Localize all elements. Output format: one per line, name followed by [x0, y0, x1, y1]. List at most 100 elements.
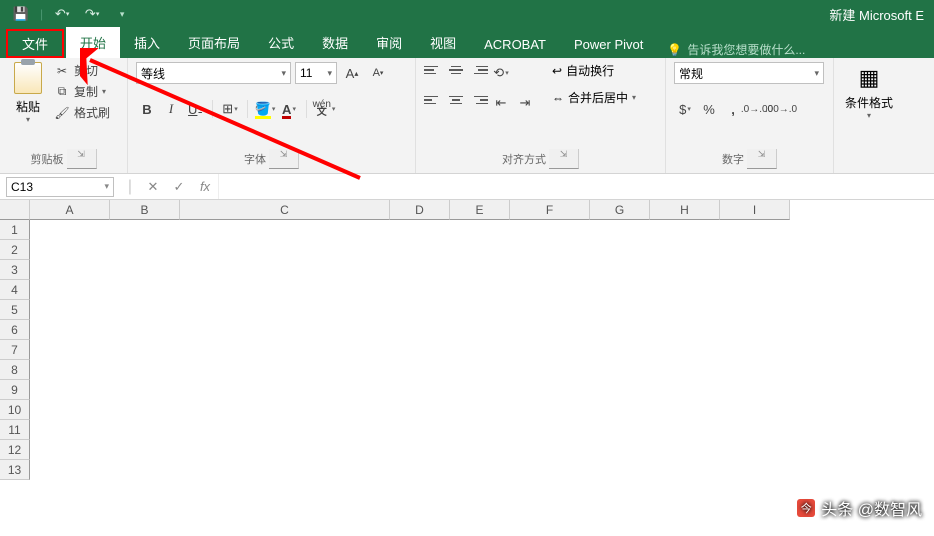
number-format-combo[interactable]: 常规▾ — [674, 62, 824, 84]
fill-color-button[interactable]: 🪣▾ — [254, 98, 276, 120]
group-number: 常规▾ $▾ % , .0→.00 .00→.0 数字⇲ — [666, 58, 834, 173]
merge-center-button[interactable]: ⇔合并后居中▾ — [552, 89, 636, 106]
cut-icon: ✂ — [54, 63, 70, 79]
ribbon: 粘贴 ▾ ✂剪切 ⧉复制▾ 🖌格式刷 剪贴板⇲ 等线▾ 11▾ A▴ A▾ B … — [0, 58, 934, 174]
tab-insert[interactable]: 插入 — [120, 27, 174, 58]
col-header-H[interactable]: H — [650, 200, 720, 220]
increase-font-button[interactable]: A▴ — [341, 62, 363, 84]
row-header-11[interactable]: 11 — [0, 420, 30, 440]
lightbulb-icon: 💡 — [667, 43, 682, 57]
tell-me[interactable]: 💡 告诉我您想要做什么... — [667, 41, 805, 58]
tab-data[interactable]: 数据 — [308, 27, 362, 58]
wrap-label: 自动换行 — [566, 62, 614, 79]
cut-button[interactable]: ✂剪切 — [54, 62, 110, 79]
fx-button[interactable]: fx — [192, 179, 218, 194]
chevron-down-icon: ▾ — [104, 181, 109, 192]
font-name-combo[interactable]: 等线 ▾ — [136, 62, 291, 84]
italic-button[interactable]: I — [160, 98, 182, 120]
font-color-button[interactable]: A▾ — [278, 98, 300, 120]
col-header-A[interactable]: A — [30, 200, 110, 220]
select-all-corner[interactable] — [0, 200, 30, 220]
phonetic-button[interactable]: wén文▾ — [313, 98, 335, 120]
col-header-F[interactable]: F — [510, 200, 590, 220]
align-bottom-button[interactable] — [468, 62, 488, 78]
col-header-B[interactable]: B — [110, 200, 180, 220]
chevron-down-icon: ▾ — [281, 68, 286, 79]
conditional-format-icon: ▦ — [853, 62, 885, 94]
wrap-text-button[interactable]: ↩ 自动换行 — [552, 62, 636, 79]
row-header-10[interactable]: 10 — [0, 400, 30, 420]
underline-button[interactable]: U▾ — [184, 98, 206, 120]
tab-view[interactable]: 视图 — [416, 27, 470, 58]
tab-layout[interactable]: 页面布局 — [174, 27, 254, 58]
phonetic-icon: wén文 — [313, 101, 331, 117]
align-launcher-icon[interactable]: ⇲ — [549, 149, 579, 169]
font-size-combo[interactable]: 11▾ — [295, 62, 337, 84]
row-header-7[interactable]: 7 — [0, 340, 30, 360]
number-launcher-icon[interactable]: ⇲ — [747, 149, 777, 169]
tab-formulas[interactable]: 公式 — [254, 27, 308, 58]
tab-file[interactable]: 文件 — [6, 29, 64, 58]
row-header-3[interactable]: 3 — [0, 260, 30, 280]
align-top-button[interactable] — [424, 62, 444, 78]
indent-decrease-button[interactable]: ⇤ — [490, 92, 512, 114]
watermark-logo-icon: 今 — [797, 499, 815, 517]
row-header-13[interactable]: 13 — [0, 460, 30, 480]
tab-powerpivot[interactable]: Power Pivot — [560, 31, 657, 58]
col-header-G[interactable]: G — [590, 200, 650, 220]
group-alignment: ⟲▾ ⇤ ⇥ ↩自动换行 ⇔合并后居中▾ 对齐方式⇲ — [416, 58, 666, 173]
name-box-value: C13 — [11, 180, 33, 194]
accounting-button[interactable]: $▾ — [674, 98, 696, 120]
title-bar: 💾 | ↶▾ ↷▾ ▾ 新建 Microsoft E — [0, 0, 934, 28]
row-header-9[interactable]: 9 — [0, 380, 30, 400]
worksheet[interactable]: ABCDEFGHI 12345678910111213 — [0, 200, 934, 520]
tab-home[interactable]: 开始 — [66, 27, 120, 58]
bucket-icon: 🪣 — [255, 101, 271, 116]
col-header-D[interactable]: D — [390, 200, 450, 220]
font-launcher-icon[interactable]: ⇲ — [269, 149, 299, 169]
paste-button[interactable]: 粘贴 ▾ — [8, 62, 48, 124]
percent-button[interactable]: % — [698, 98, 720, 120]
align-right-button[interactable] — [468, 92, 488, 108]
name-box[interactable]: C13 ▾ — [6, 177, 114, 197]
indent-increase-button[interactable]: ⇥ — [514, 92, 536, 114]
conditional-format-button[interactable]: ▦ 条件格式 ▾ — [844, 62, 894, 120]
accept-formula-button[interactable]: ✓ — [166, 179, 192, 195]
copy-button[interactable]: ⧉复制▾ — [54, 83, 110, 100]
col-header-E[interactable]: E — [450, 200, 510, 220]
painter-button[interactable]: 🖌格式刷 — [54, 104, 110, 121]
row-header-12[interactable]: 12 — [0, 440, 30, 460]
clipboard-group-label: 剪贴板 — [31, 151, 64, 167]
bold-button[interactable]: B — [136, 98, 158, 120]
decrease-decimal-button[interactable]: .00→.0 — [770, 98, 792, 120]
col-header-I[interactable]: I — [720, 200, 790, 220]
paste-label: 粘贴 — [16, 98, 40, 115]
row-header-4[interactable]: 4 — [0, 280, 30, 300]
decrease-font-button[interactable]: A▾ — [367, 62, 389, 84]
row-header-8[interactable]: 8 — [0, 360, 30, 380]
row-header-6[interactable]: 6 — [0, 320, 30, 340]
tab-acrobat[interactable]: ACROBAT — [470, 31, 560, 58]
formula-bar: C13▾ | ✕ ✓ fx — [0, 174, 934, 200]
border-button[interactable]: ⊞▾ — [219, 98, 241, 120]
align-left-button[interactable] — [424, 92, 444, 108]
orientation-button[interactable]: ⟲▾ — [490, 62, 512, 84]
row-header-5[interactable]: 5 — [0, 300, 30, 320]
formula-input[interactable] — [218, 174, 934, 199]
chevron-down-icon: ▾ — [327, 68, 332, 79]
cancel-formula-button[interactable]: ✕ — [140, 179, 166, 195]
column-headers[interactable]: ABCDEFGHI — [30, 200, 790, 220]
align-middle-button[interactable] — [446, 62, 466, 78]
window-title: 新建 Microsoft E — [0, 5, 934, 24]
font-name-value: 等线 — [141, 65, 165, 82]
align-center-button[interactable] — [446, 92, 466, 108]
col-header-C[interactable]: C — [180, 200, 390, 220]
tab-review[interactable]: 审阅 — [362, 27, 416, 58]
row-header-2[interactable]: 2 — [0, 240, 30, 260]
watermark-text: 头条 @数智风 — [821, 496, 922, 520]
row-header-1[interactable]: 1 — [0, 220, 30, 240]
wrap-icon: ↩ — [552, 64, 562, 78]
row-headers[interactable]: 12345678910111213 — [0, 220, 30, 480]
clipboard-launcher-icon[interactable]: ⇲ — [67, 149, 97, 169]
copy-label: 复制 — [74, 83, 98, 100]
